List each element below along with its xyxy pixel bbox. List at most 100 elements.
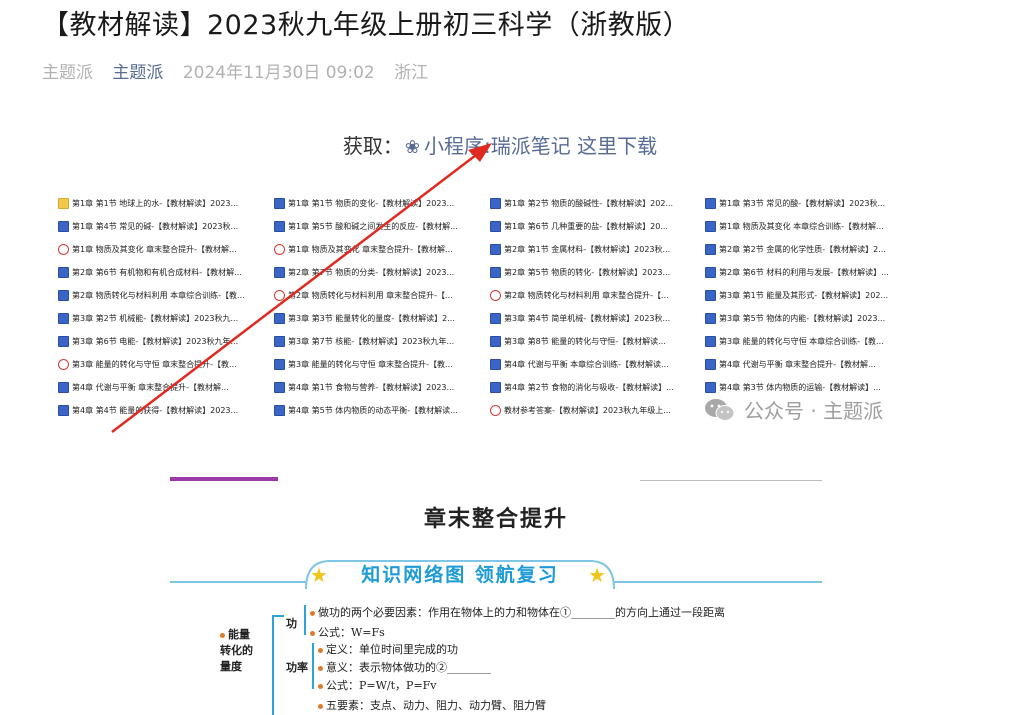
file-name: 第4章 第5节 体内物质的动态平衡-【教材解读... bbox=[288, 405, 458, 415]
file-list-screenshot: 第1章 第1节 地球上的水-【教材解读】2023... 第1章 第4节 常见的碱-… bbox=[58, 196, 918, 428]
doc-top-bar bbox=[170, 477, 278, 481]
file-item[interactable]: 第1章 第3节 常见的酸-【教材解读】2023秋... bbox=[705, 196, 885, 210]
file-name: 第1章 第4节 常见的碱-【教材解读】2023秋... bbox=[72, 221, 239, 231]
file-item[interactable]: 第3章 第7节 核能-【教材解读】2023秋九年... bbox=[274, 334, 454, 348]
file-item[interactable]: 第3章 第4节 简单机械-【教材解读】2023秋... bbox=[490, 311, 670, 325]
file-item[interactable]: 第3章 第3节 能量转化的量度-【教材解读】2... bbox=[274, 311, 455, 325]
word-file-icon bbox=[58, 289, 69, 301]
download-label: 获取： bbox=[342, 134, 403, 158]
file-item[interactable]: 第1章 物质及其变化 章末整合提升-【教材解... bbox=[274, 242, 453, 256]
word-file-icon bbox=[58, 266, 69, 278]
file-item[interactable]: 第2章 第7节 物质的分类-【教材解读】2023... bbox=[274, 265, 454, 279]
file-item[interactable]: 第1章 物质及其变化 章末整合提升-【教材解... bbox=[58, 242, 237, 256]
file-item[interactable]: 第2章 第6节 有机物和有机合成材料-【教材解... bbox=[58, 265, 242, 279]
file-name: 第3章 第1节 能量及其形式-【教材解读】202... bbox=[719, 290, 889, 300]
file-name: 第3章 第6节 电能-【教材解读】2023秋九年... bbox=[72, 336, 239, 346]
mindmap-brace bbox=[304, 605, 306, 635]
file-name: 第2章 物质转化与材料利用 本章综合训练-【教... bbox=[72, 290, 245, 300]
file-item[interactable]: 第3章 第2节 机械能-【教材解读】2023秋九... bbox=[58, 311, 238, 325]
file-item[interactable]: 第3章 第5节 物体的内能-【教材解读】2023... bbox=[705, 311, 885, 325]
banner-text: 知识网络图 领航复习 bbox=[361, 564, 559, 586]
file-item[interactable]: 第2章 第2节 金属的化学性质-【教材解读】2... bbox=[705, 242, 886, 256]
file-item[interactable]: 第4章 第3节 体内物质的运输-【教材解读】... bbox=[705, 380, 881, 394]
file-item[interactable]: 第3章 第8节 能量的转化与守恒-【教材解读... bbox=[490, 334, 666, 348]
file-item[interactable]: 第4章 第4节 能量的获得-【教材解读】2023... bbox=[58, 403, 238, 417]
file-name: 第1章 第1节 地球上的水-【教材解读】2023... bbox=[72, 198, 239, 208]
watermark-text: 公众号 · 主题派 bbox=[744, 399, 884, 423]
pdf-file-icon bbox=[274, 243, 285, 255]
word-file-icon bbox=[274, 220, 285, 232]
mindmap-node-power: 功率 bbox=[286, 661, 308, 674]
word-file-icon bbox=[274, 381, 285, 393]
power-formula: 公式：P=W/t，P=Fv bbox=[318, 677, 437, 693]
file-item[interactable]: 第2章 第1节 金属材料-【教材解读】2023秋... bbox=[490, 242, 670, 256]
file-item[interactable]: 第3章 第6节 电能-【教材解读】2023秋九年... bbox=[58, 334, 238, 348]
file-item[interactable]: 第4章 代谢与平衡 本章综合训练-【教材解读... bbox=[490, 357, 669, 371]
file-name: 第4章 第2节 食物的消化与吸收-【教材解读】... bbox=[504, 382, 674, 392]
file-name: 第4章 代谢与平衡 章末整合提升-【教材解... bbox=[719, 359, 876, 369]
link-icon: ❀ bbox=[404, 137, 420, 158]
file-item[interactable]: 第3章 能量的转化与守恒 章末整合提升-【教... bbox=[58, 357, 237, 371]
file-item[interactable]: 第4章 第2节 食物的消化与吸收-【教材解读】... bbox=[490, 380, 674, 394]
word-file-icon bbox=[705, 358, 716, 370]
star-icon: ★ bbox=[588, 563, 606, 587]
file-item[interactable]: 第1章 第2节 物质的酸碱性-【教材解读】202... bbox=[490, 196, 673, 210]
file-item[interactable]: 第1章 第6节 几种重要的盐-【教材解读】20... bbox=[490, 219, 668, 233]
file-name: 第3章 能量的转化与守恒 本章综合训练-【教... bbox=[719, 336, 884, 346]
file-name: 第2章 第1节 金属材料-【教材解读】2023秋... bbox=[504, 244, 671, 254]
file-name: 第2章 第2节 金属的化学性质-【教材解读】2... bbox=[719, 244, 886, 254]
file-item[interactable]: 第4章 代谢与平衡 章末整合提升-【教材解... bbox=[705, 357, 876, 371]
file-name: 第1章 第3节 常见的酸-【教材解读】2023秋... bbox=[719, 198, 886, 208]
file-item[interactable]: 第3章 第1节 能量及其形式-【教材解读】202... bbox=[705, 288, 888, 302]
word-file-icon bbox=[490, 220, 501, 232]
mini-program-link[interactable]: 小程序:瑞派笔记 这里下载 bbox=[424, 134, 657, 158]
file-item[interactable]: 第2章 物质转化与材料利用 本章综合训练-【教... bbox=[58, 288, 245, 302]
file-item[interactable]: 第1章 第1节 地球上的水-【教材解读】2023... bbox=[58, 196, 238, 210]
word-file-icon bbox=[58, 335, 69, 347]
file-name: 第3章 能量的转化与守恒 章末整合提升-【教... bbox=[288, 359, 453, 369]
file-item[interactable]: 教材参考答案-【教材解读】2023秋九年级上... bbox=[490, 403, 671, 417]
pdf-file-icon bbox=[58, 243, 69, 255]
bullet-icon bbox=[310, 610, 315, 616]
word-file-icon bbox=[274, 197, 285, 209]
word-file-icon bbox=[274, 404, 285, 416]
author-name: 主题派 bbox=[42, 63, 93, 83]
download-line: 获取： ❀ 小程序:瑞派笔记 这里下载 bbox=[0, 130, 1000, 159]
word-file-icon bbox=[490, 197, 501, 209]
account-link[interactable]: 主题派 bbox=[112, 63, 163, 83]
file-item[interactable]: 第1章 第5节 酸和碱之间发生的反应-【教材解... bbox=[274, 219, 458, 233]
file-name: 第3章 第2节 机械能-【教材解读】2023秋九... bbox=[72, 313, 239, 323]
watermark: 公众号 · 主题派 bbox=[704, 395, 883, 424]
pdf-file-icon bbox=[274, 289, 285, 301]
word-file-icon bbox=[58, 220, 69, 232]
file-name: 第4章 代谢与平衡 本章综合训练-【教材解读... bbox=[504, 359, 669, 369]
file-item[interactable]: 第2章 第5节 物质的转化-【教材解读】2023... bbox=[490, 265, 670, 279]
publish-datetime: 2024年11月30日 09:02 bbox=[182, 63, 375, 83]
word-file-icon bbox=[490, 266, 501, 278]
file-name: 第4章 代谢与平衡 章末整合提升-【教材解... bbox=[72, 382, 229, 392]
file-name: 第3章 第8节 能量的转化与守恒-【教材解读... bbox=[504, 336, 666, 346]
file-item[interactable]: 第2章 第6节 材料的利用与发展-【教材解读】... bbox=[705, 265, 889, 279]
file-name: 第2章 第7节 物质的分类-【教材解读】2023... bbox=[288, 267, 455, 277]
file-item[interactable]: 第1章 物质及其变化 本章综合训练-【教材解... bbox=[705, 219, 884, 233]
file-name: 第4章 第4节 能量的获得-【教材解读】2023... bbox=[72, 405, 239, 415]
file-item[interactable]: 第1章 第1节 物质的变化-【教材解读】2023... bbox=[274, 196, 454, 210]
word-file-icon bbox=[705, 312, 716, 324]
file-name: 第3章 第7节 核能-【教材解读】2023秋九年... bbox=[288, 336, 455, 346]
file-item[interactable]: 第3章 能量的转化与守恒 章末整合提升-【教... bbox=[274, 357, 453, 371]
doc-title: 章末整合提升 bbox=[423, 507, 568, 532]
file-item[interactable]: 第4章 第5节 体内物质的动态平衡-【教材解读... bbox=[274, 403, 458, 417]
file-name: 第4章 第3节 体内物质的运输-【教材解读】... bbox=[719, 382, 881, 392]
file-item[interactable]: 第1章 第4节 常见的碱-【教材解读】2023秋... bbox=[58, 219, 238, 233]
file-item[interactable]: 第2章 物质转化与材料利用 章末整合提升-【... bbox=[490, 288, 669, 302]
file-item[interactable]: 第4章 代谢与平衡 章末整合提升-【教材解... bbox=[58, 380, 229, 394]
file-item[interactable]: 第2章 物质转化与材料利用 章末整合提升-【... bbox=[274, 288, 453, 302]
file-name: 第2章 第6节 材料的利用与发展-【教材解读】... bbox=[719, 267, 889, 277]
file-name: 第1章 第6节 几种重要的盐-【教材解读】20... bbox=[504, 221, 668, 231]
file-name: 教材参考答案-【教材解读】2023秋九年级上... bbox=[504, 405, 671, 415]
file-item[interactable]: 第3章 能量的转化与守恒 本章综合训练-【教... bbox=[705, 334, 884, 348]
file-name: 第1章 物质及其变化 章末整合提升-【教材解... bbox=[288, 244, 453, 254]
lever-elements: 五要素：支点、动力、阻力、动力臂、阻力臂 bbox=[318, 697, 546, 713]
word-file-icon bbox=[705, 243, 716, 255]
file-item[interactable]: 第4章 第1节 食物与营养-【教材解读】2023... bbox=[274, 380, 454, 394]
